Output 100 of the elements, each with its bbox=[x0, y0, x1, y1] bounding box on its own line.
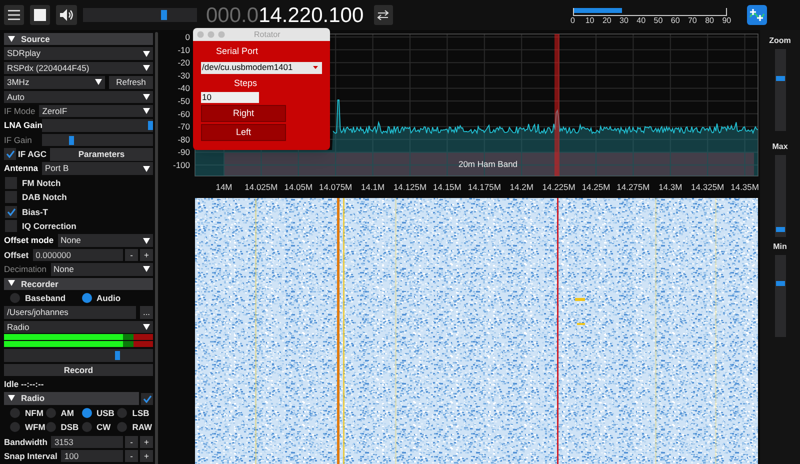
caret-icon bbox=[313, 66, 318, 69]
path-field[interactable]: /Users/johannes bbox=[4, 306, 136, 319]
slider-thumb[interactable] bbox=[776, 281, 784, 286]
swap-button[interactable] bbox=[374, 5, 393, 25]
button[interactable]: - bbox=[125, 436, 138, 448]
checkbox[interactable] bbox=[141, 392, 153, 405]
dropdown[interactable]: Auto bbox=[4, 90, 153, 103]
input-field[interactable]: 100 bbox=[61, 450, 123, 462]
status-text: Idle --:--:-- bbox=[4, 380, 44, 388]
axis-label: 14.35M bbox=[730, 182, 759, 192]
checkbox[interactable] bbox=[5, 206, 17, 218]
field-label: Bandwidth bbox=[4, 438, 48, 446]
dropdown[interactable]: Radio bbox=[4, 320, 153, 334]
vertical-slider[interactable] bbox=[774, 49, 786, 131]
scale-label: 0 bbox=[570, 17, 575, 25]
slider[interactable] bbox=[4, 349, 153, 362]
button[interactable]: + bbox=[140, 248, 153, 262]
dropdown[interactable]: SDRplay bbox=[4, 47, 153, 60]
frequency-digits[interactable]: 000.0 bbox=[206, 4, 259, 26]
radio-button[interactable] bbox=[82, 408, 92, 418]
axis-label: -20 bbox=[178, 58, 190, 68]
slider[interactable] bbox=[42, 134, 153, 146]
button[interactable]: Parameters bbox=[50, 148, 153, 161]
radio-button[interactable] bbox=[82, 293, 92, 304]
axis-label: -90 bbox=[178, 147, 190, 158]
slider-thumb[interactable] bbox=[776, 227, 784, 232]
button[interactable]: + bbox=[140, 436, 153, 448]
speaker-icon bbox=[60, 9, 74, 21]
dropdown[interactable]: RSPdx (2204044F45) bbox=[4, 62, 153, 74]
menu-button[interactable] bbox=[4, 5, 24, 25]
radio-button[interactable] bbox=[46, 408, 56, 418]
button[interactable]: ... bbox=[140, 306, 153, 319]
stop-button[interactable] bbox=[30, 5, 50, 25]
caret-icon bbox=[143, 108, 150, 114]
slider-label: Min bbox=[773, 243, 787, 251]
axis-label: 14.125M bbox=[393, 182, 427, 192]
dropdown[interactable]: None bbox=[58, 234, 153, 247]
scale-label: 60 bbox=[670, 17, 680, 25]
input-field[interactable]: 0.000000 bbox=[32, 248, 123, 262]
dropdown[interactable]: 3MHz bbox=[4, 76, 105, 89]
button[interactable]: Left bbox=[201, 124, 286, 141]
caret-icon bbox=[143, 166, 150, 172]
radio-button[interactable] bbox=[10, 408, 20, 418]
radio-button[interactable] bbox=[46, 422, 56, 432]
radio-button[interactable] bbox=[117, 408, 128, 418]
checkmark-icon bbox=[6, 208, 16, 216]
serial-port-dropdown[interactable]: /dev/cu.usbmodem1401 bbox=[201, 62, 322, 74]
slider-label: Zoom bbox=[769, 37, 791, 45]
frequency-display[interactable]: 14.220.100 bbox=[258, 4, 364, 26]
radio-label: USB bbox=[96, 408, 114, 418]
button[interactable]: Right bbox=[201, 105, 286, 122]
radio-label: NFM bbox=[25, 408, 44, 418]
radio-button[interactable] bbox=[82, 422, 92, 432]
slider-thumb[interactable] bbox=[776, 76, 784, 81]
slider-thumb[interactable] bbox=[160, 10, 167, 20]
radio-button[interactable] bbox=[10, 293, 20, 304]
vertical-slider[interactable] bbox=[774, 155, 786, 237]
steps-input[interactable]: 10 bbox=[201, 92, 259, 103]
caret-icon bbox=[95, 79, 102, 86]
button[interactable]: - bbox=[125, 450, 138, 462]
slider-thumb[interactable] bbox=[148, 121, 153, 130]
radio-button[interactable] bbox=[10, 422, 20, 432]
button[interactable]: - bbox=[125, 248, 138, 262]
window-title: Rotator bbox=[254, 28, 280, 40]
field-label: Decimation bbox=[4, 265, 47, 274]
radio-label: AM bbox=[60, 408, 74, 418]
scrollbar[interactable] bbox=[155, 32, 158, 464]
volume-slider[interactable] bbox=[83, 8, 197, 22]
tuning-marker[interactable] bbox=[554, 34, 560, 176]
axis-label: 14.175M bbox=[468, 182, 501, 192]
checkbox[interactable] bbox=[5, 191, 17, 204]
field-label: IF Mode bbox=[4, 106, 36, 116]
axis-label: -80 bbox=[178, 134, 190, 144]
axis-label: -60 bbox=[178, 108, 190, 119]
button[interactable]: Record bbox=[4, 364, 153, 376]
axis-label: 14.3M bbox=[658, 182, 682, 192]
slider-thumb[interactable] bbox=[114, 351, 120, 360]
section-header[interactable]: Radio bbox=[4, 392, 139, 405]
input-field[interactable]: 3153 bbox=[51, 436, 123, 448]
swap-arrows-icon bbox=[377, 10, 390, 20]
axis-label: -40 bbox=[178, 83, 190, 94]
checkbox[interactable] bbox=[5, 177, 17, 190]
stop-icon bbox=[34, 9, 46, 21]
dropdown[interactable]: Port B bbox=[42, 162, 153, 175]
button[interactable]: Refresh bbox=[109, 76, 153, 89]
section-header[interactable]: Source bbox=[4, 32, 153, 46]
axis-label: 14.25M bbox=[582, 182, 610, 192]
button[interactable]: + bbox=[140, 450, 153, 462]
checkbox[interactable] bbox=[5, 220, 17, 232]
axis-label: 14.15M bbox=[433, 182, 462, 192]
menu-icon bbox=[8, 10, 20, 20]
slider[interactable] bbox=[42, 119, 153, 132]
volume-button[interactable] bbox=[56, 5, 77, 25]
add-band-button[interactable] bbox=[746, 5, 767, 25]
vertical-slider[interactable] bbox=[774, 255, 786, 337]
radio-button[interactable] bbox=[117, 422, 128, 432]
checkbox[interactable] bbox=[4, 148, 16, 160]
axis-label: 0 bbox=[185, 32, 190, 42]
section-header[interactable]: Recorder bbox=[4, 278, 153, 290]
checkbox-label: FM Notch bbox=[22, 178, 61, 188]
